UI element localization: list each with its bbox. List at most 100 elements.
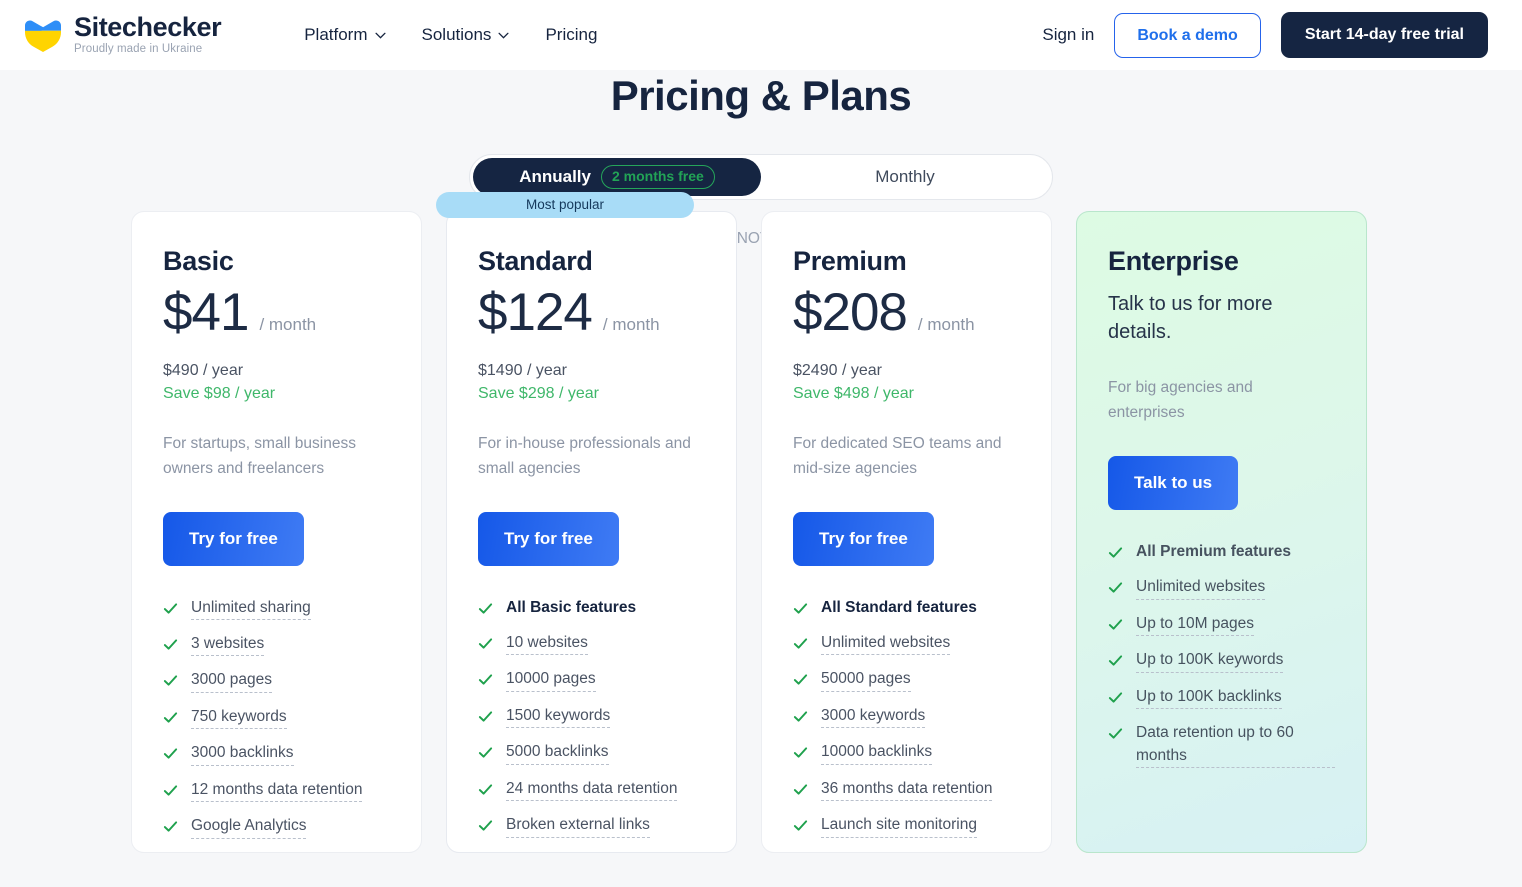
nav-item-solutions[interactable]: Solutions xyxy=(422,25,510,45)
check-icon xyxy=(163,821,178,832)
plan-feature-item: Up to 10M pages xyxy=(1108,613,1335,637)
plan-feature-label[interactable]: Data retention up to 60 months xyxy=(1136,722,1335,769)
plan-feature-label[interactable]: 3000 keywords xyxy=(821,705,926,729)
logo-title: Sitechecker xyxy=(74,12,222,43)
plan-feature-item: 1500 keywords xyxy=(478,705,705,729)
nav-item-label: Pricing xyxy=(545,25,598,44)
ukraine-heart-logo-icon xyxy=(25,20,61,52)
plan-feature-label[interactable]: Unlimited websites xyxy=(821,632,951,656)
logo-tagline: Proudly made in Ukraine xyxy=(74,43,203,56)
plan-card-premium: Premium $208 / month $2490 / year Save $498 … xyxy=(761,211,1052,853)
plan-name: Enterprise xyxy=(1108,246,1239,276)
plan-feature-label[interactable]: 3000 pages xyxy=(191,669,273,693)
plan-feature-label[interactable]: 5000 backlinks xyxy=(506,741,609,765)
check-icon xyxy=(793,784,808,795)
plan-feature-label: All Basic features xyxy=(506,598,637,616)
logo[interactable]: Sitechecker Proudly made in Ukraine xyxy=(22,12,222,56)
plan-feature-label[interactable]: 50000 pages xyxy=(821,668,911,692)
plan-feature-list: Unlimited sharing 3 websites 3000 pages 750… xyxy=(163,597,390,839)
plan-feature-item: Unlimited websites xyxy=(1108,576,1335,600)
plan-feature-item: Launch site monitoring xyxy=(793,814,1020,838)
book-demo-button[interactable]: Book a demo xyxy=(1114,12,1261,58)
plan-feature-label[interactable]: 750 keywords xyxy=(191,706,287,730)
plan-feature-label[interactable]: Up to 100K backlinks xyxy=(1136,686,1282,710)
billing-toggle-monthly[interactable]: Monthly xyxy=(761,158,1049,196)
plan-cta-button[interactable]: Try for free xyxy=(478,511,619,566)
plan-feature-label[interactable]: 3000 backlinks xyxy=(191,742,294,766)
plan-cta-button[interactable]: Try for free xyxy=(163,511,304,566)
check-icon xyxy=(1108,692,1123,703)
plan-feature-item: 3000 keywords xyxy=(793,705,1020,729)
check-icon xyxy=(478,638,493,649)
billing-toggle-annually[interactable]: Annually 2 months free xyxy=(473,158,761,196)
plan-feature-item: Up to 100K keywords xyxy=(1108,649,1335,673)
plan-feature-label[interactable]: 36 months data retention xyxy=(821,778,993,802)
plan-feature-item: 12 months data retention xyxy=(163,779,390,803)
check-icon xyxy=(163,748,178,760)
check-icon xyxy=(163,785,178,796)
plan-cta-button[interactable]: Talk to us xyxy=(1108,455,1239,510)
sign-in-link[interactable]: Sign in xyxy=(1042,25,1094,45)
check-icon xyxy=(478,747,493,759)
plan-feature-label[interactable]: Launch site monitoring xyxy=(821,814,977,838)
nav-item-platform[interactable]: Platform xyxy=(304,25,386,45)
plan-price: $208 xyxy=(793,283,908,342)
plan-feature-item: Up to 100K backlinks xyxy=(1108,686,1335,710)
nav-item-pricing[interactable]: Pricing xyxy=(545,25,597,45)
plan-feature-item: 3 websites xyxy=(163,633,390,657)
plan-feature-item: Broken external links xyxy=(478,814,705,838)
site-header: Sitechecker Proudly made in Ukraine Plat… xyxy=(0,0,1522,70)
plan-price: $41 xyxy=(163,283,249,342)
check-icon xyxy=(1108,582,1123,593)
check-icon xyxy=(478,674,493,686)
plan-feature-label[interactable]: 10000 backlinks xyxy=(821,741,933,765)
plan-savings: Save $298 / year xyxy=(478,384,599,402)
plan-feature-label[interactable]: Google Analytics xyxy=(191,815,307,839)
plan-feature-label[interactable]: 3 websites xyxy=(191,633,265,657)
plan-yearly-price: $1490 / year xyxy=(478,361,567,379)
plan-feature-item: Unlimited sharing xyxy=(163,597,390,620)
plan-feature-item: 5000 backlinks xyxy=(478,741,705,765)
plan-yearly-price: $2490 / year xyxy=(793,361,882,379)
plan-savings: Save $498 / year xyxy=(793,384,914,402)
plan-feature-label[interactable]: Unlimited websites xyxy=(1136,576,1266,600)
plan-lead-text: Talk to us for more details. xyxy=(1108,293,1273,343)
plan-feature-item: All Basic features xyxy=(478,597,705,619)
plan-feature-label[interactable]: Unlimited sharing xyxy=(191,597,311,620)
nav-item-label: Platform xyxy=(304,25,368,44)
plan-feature-label: All Standard features xyxy=(821,598,977,616)
plan-card-enterprise: Enterprise Talk to us for more details. Fo… xyxy=(1076,211,1367,853)
plan-feature-label[interactable]: 10000 pages xyxy=(506,668,596,692)
start-trial-button[interactable]: Start 14-day free trial xyxy=(1280,12,1488,58)
check-icon xyxy=(163,602,178,614)
plan-price-period: / month xyxy=(917,315,975,334)
plan-feature-list: All Basic features 10 websites 10000 pages… xyxy=(478,597,705,838)
plan-feature-label[interactable]: 12 months data retention xyxy=(191,779,363,803)
plan-cta-button[interactable]: Try for free xyxy=(793,511,934,566)
plan-feature-list: All Standard features Unlimited websites 5… xyxy=(793,597,1020,838)
pricing-cards: Basic $41 / month $490 / year Save $98 / yea… xyxy=(131,192,1391,853)
plan-feature-label[interactable]: Up to 10M pages xyxy=(1136,613,1255,637)
plan-savings: Save $98 / year xyxy=(163,384,276,402)
page-title: Pricing & Plans xyxy=(610,72,912,119)
plan-name: Standard xyxy=(478,246,593,276)
check-icon xyxy=(1108,547,1123,558)
plan-feature-item: 36 months data retention xyxy=(793,778,1020,802)
plan-feature-label[interactable]: 24 months data retention xyxy=(506,778,678,802)
plan-feature-label[interactable]: 10 websites xyxy=(506,632,588,656)
plan-price: $124 xyxy=(478,283,593,342)
plan-feature-label[interactable]: 1500 keywords xyxy=(506,705,611,729)
plan-audience: For dedicated SEO teams and mid-size age… xyxy=(793,434,1002,477)
check-icon xyxy=(793,674,808,686)
check-icon xyxy=(163,639,178,650)
plan-price-row: $208 / month xyxy=(793,283,1020,344)
plan-feature-item: 50000 pages xyxy=(793,668,1020,692)
plan-feature-item: 3000 pages xyxy=(163,669,390,693)
check-icon xyxy=(793,638,808,649)
plan-card-standard: Most popular Standard $124 / month $1490 / y… xyxy=(436,192,737,853)
check-icon xyxy=(163,675,178,687)
plan-feature-label[interactable]: Up to 100K keywords xyxy=(1136,649,1284,673)
plan-feature-label[interactable]: Broken external links xyxy=(506,814,650,838)
check-icon xyxy=(478,602,493,614)
check-icon xyxy=(793,602,808,614)
